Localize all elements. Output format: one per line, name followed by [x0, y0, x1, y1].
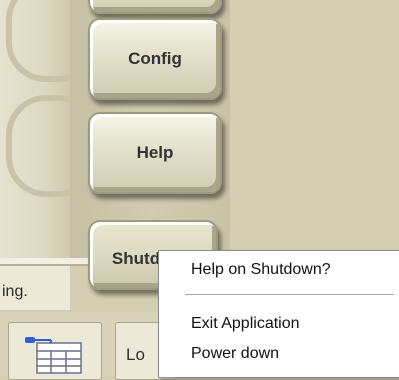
menu-separator — [185, 294, 394, 295]
config-button[interactable]: Config — [88, 18, 222, 100]
status-text: ing. — [2, 283, 28, 300]
context-menu: Help on Shutdown? Exit Application Power… — [158, 250, 399, 378]
grid-table-icon — [25, 337, 82, 374]
ghost-digit — [6, 0, 70, 82]
display-panel — [0, 0, 70, 260]
ghost-digit — [6, 95, 70, 197]
menu-item-help-on-shutdown[interactable]: Help on Shutdown? — [191, 261, 331, 279]
menu-item-exit-application[interactable]: Exit Application — [191, 315, 300, 333]
menu-item-power-down[interactable]: Power down — [191, 345, 279, 363]
toolbar-lo-label: Lo — [126, 345, 145, 364]
top-button-edge[interactable] — [88, 0, 222, 14]
help-button[interactable]: Help — [88, 112, 222, 194]
toolbar-grid-button[interactable] — [8, 322, 102, 380]
